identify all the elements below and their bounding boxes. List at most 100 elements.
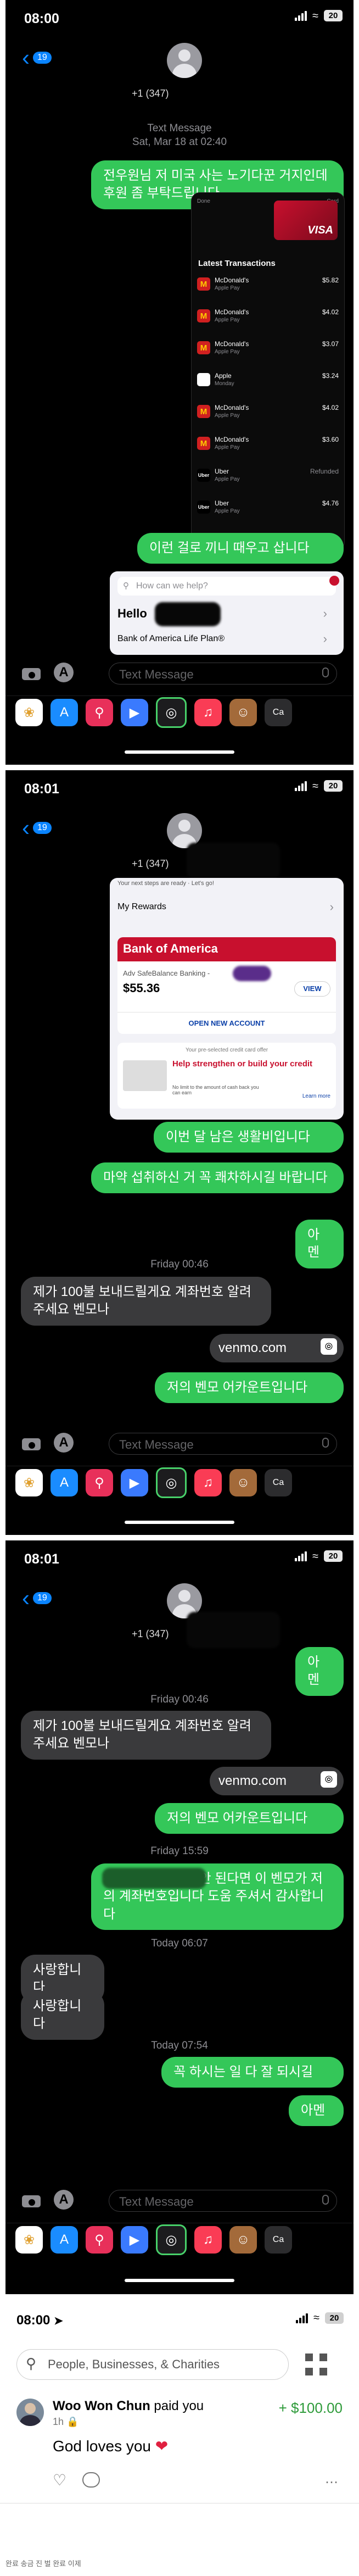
transaction-detail: Apple Pay <box>215 508 240 514</box>
sent-message[interactable]: 아멘 <box>295 1647 344 1696</box>
more-apps-icon[interactable]: Ca <box>265 1469 292 1496</box>
redacted-contact-name <box>187 843 280 879</box>
camera-icon[interactable] <box>22 1436 41 1450</box>
link-preview[interactable]: venmo.com ⦾ <box>210 1767 344 1796</box>
images-search-icon[interactable]: ⚲ <box>86 1469 113 1496</box>
credit-offer-card[interactable]: Your pre-selected credit card offer Help… <box>117 1043 336 1109</box>
audio-message-icon[interactable]: ▶ <box>121 699 148 726</box>
back-button[interactable]: ‹ 19 <box>22 1587 52 1610</box>
images-search-icon[interactable]: ⚲ <box>86 2226 113 2254</box>
activity-app-icon[interactable]: ◎ <box>156 2224 187 2255</box>
offer-subtitle: No limit to the amount of cash back you … <box>172 1084 259 1095</box>
camera-icon[interactable] <box>22 666 41 680</box>
life-plan-link[interactable]: Bank of America Life Plan® <box>117 634 225 644</box>
music-app-icon[interactable]: ♫ <box>194 2226 222 2254</box>
transaction-amount: $3.60 <box>322 436 339 443</box>
mcdonalds-logo-icon: M <box>197 437 210 450</box>
message-input-placeholder: Text Message <box>119 1438 194 1451</box>
microphone-icon[interactable] <box>322 2195 329 2205</box>
received-message[interactable]: 제가 100불 보내드릴게요 계좌번호 알려주세요 벤모나 <box>21 1711 271 1760</box>
offer-title: Help strengthen or build your credit <box>172 1059 313 1069</box>
sent-message[interactable]: 이번 달 남은 생활비입니다 <box>154 1122 344 1153</box>
unread-count: 19 <box>33 822 52 834</box>
messages-screenshot-1: 08:00 ≈ 20 ‹ 19 +1 (347) Text Message Sa… <box>5 0 354 765</box>
link-preview[interactable]: venmo.com ⦾ <box>210 1334 344 1363</box>
account-card[interactable]: Bank of America Adv SafeBalance Banking … <box>117 937 336 1034</box>
sent-message[interactable]: 저의 벤모 어카운트입니다 <box>155 1372 344 1404</box>
message-input[interactable]: Text Message <box>109 663 337 685</box>
app-store-app-icon[interactable]: A <box>51 699 78 726</box>
qr-code-icon[interactable] <box>305 2354 327 2375</box>
photos-app-icon[interactable]: ❀ <box>15 2226 43 2254</box>
contact-number[interactable]: +1 (347) <box>132 88 169 99</box>
sent-message[interactable]: 마약 섭취하신 거 꼭 쾌차하시길 바랍니다 <box>91 1162 344 1194</box>
transaction-row: M McDonald's Apple Pay $4.02 <box>197 403 339 425</box>
images-search-icon[interactable]: ⚲ <box>86 699 113 726</box>
transaction-merchant: Uber <box>215 468 229 475</box>
view-button[interactable]: VIEW <box>294 981 330 997</box>
comment-icon[interactable] <box>82 2472 100 2488</box>
message-input[interactable]: Text Message <box>109 1433 337 1455</box>
like-icon[interactable]: ♡ <box>53 2471 66 2489</box>
payer-name[interactable]: Woo Won Chun <box>53 2399 150 2413</box>
sent-message[interactable]: 꼭 하시는 일 다 잘 되시길 <box>161 2057 344 2088</box>
status-bar: 08:01 ≈ 20 <box>5 1540 354 1572</box>
activity-app-icon[interactable]: ◎ <box>156 697 187 728</box>
photos-app-icon[interactable]: ❀ <box>15 699 43 726</box>
back-button[interactable]: ‹ 19 <box>22 46 52 69</box>
app-store-icon[interactable]: A <box>54 663 74 682</box>
help-search-field[interactable]: ⚲ How can we help? <box>117 577 336 596</box>
mcdonalds-logo-icon: M <box>197 405 210 418</box>
credit-card: VISA <box>274 201 338 240</box>
compass-icon: ⦾ <box>321 1771 337 1788</box>
memoji-icon[interactable]: ☺ <box>229 2226 257 2254</box>
my-rewards-link[interactable]: My Rewards <box>117 902 166 912</box>
attached-image[interactable]: Your next steps are ready · Let's go! My… <box>110 878 344 1120</box>
payment-note: God loves you ❤ <box>53 2438 169 2455</box>
sent-message[interactable]: 저의 벤모 어카운트입니다 <box>155 1803 344 1834</box>
transaction-amount: $4.76 <box>322 499 339 507</box>
photos-app-icon[interactable]: ❀ <box>15 1469 43 1496</box>
audio-message-icon[interactable]: ▶ <box>121 2226 148 2254</box>
memoji-icon[interactable]: ☺ <box>229 1469 257 1496</box>
bank-app-sheet[interactable]: ⚲ How can we help? Hello › Bank of Ameri… <box>110 571 344 655</box>
microphone-icon[interactable] <box>322 667 329 677</box>
received-message[interactable]: 사랑합니다 <box>21 1991 104 2040</box>
more-apps-icon[interactable]: Ca <box>265 2226 292 2254</box>
sent-message[interactable]: 이런 걸로 끼니 때우고 삽니다 <box>137 533 344 564</box>
search-field[interactable]: ⚲ People, Businesses, & Charities <box>16 2349 289 2380</box>
redacted-contact-name <box>187 1612 280 1648</box>
contact-number[interactable]: +1 (347) <box>132 1628 169 1640</box>
more-options-icon[interactable]: ⋯ <box>325 2474 339 2490</box>
app-store-app-icon[interactable]: A <box>51 1469 78 1496</box>
attached-image[interactable]: Done Card VISA Latest Transactions MMcDo… <box>191 192 345 550</box>
music-app-icon[interactable]: ♫ <box>194 699 222 726</box>
redacted-name <box>155 602 221 626</box>
back-button[interactable]: ‹ 19 <box>22 815 52 841</box>
payer-avatar[interactable] <box>16 2399 44 2426</box>
received-message[interactable]: 제가 100불 보내드릴게요 계좌번호 알려주세요 벤모나 <box>21 1277 271 1326</box>
open-account-link[interactable]: OPEN NEW ACCOUNT <box>117 1012 336 1027</box>
music-app-icon[interactable]: ♫ <box>194 1469 222 1496</box>
message-timestamp: Today 07:54 <box>151 2040 208 2051</box>
app-store-app-icon[interactable]: A <box>51 2226 78 2254</box>
microphone-icon[interactable] <box>322 1438 329 1448</box>
activity-app-icon[interactable]: ◎ <box>156 1467 187 1498</box>
camera-icon[interactable] <box>22 2193 41 2207</box>
messages-screenshot-2: 08:01 ≈ 20 ‹ 19 +1 (347) Your next steps… <box>5 770 354 1535</box>
visa-logo: VISA <box>307 224 333 236</box>
message-input[interactable]: Text Message <box>109 2190 337 2212</box>
contact-number[interactable]: +1 (347) <box>132 858 169 870</box>
redacted-account-number <box>233 966 271 981</box>
app-store-icon[interactable]: A <box>54 2190 74 2210</box>
signal-icon <box>296 2313 308 2323</box>
mcdonalds-logo-icon: M <box>197 277 210 291</box>
learn-more-link[interactable]: Learn more <box>302 1093 330 1099</box>
chevron-left-icon: ‹ <box>22 815 30 841</box>
contact-avatar[interactable] <box>167 43 202 78</box>
sent-message[interactable]: 아멘 <box>289 2095 344 2127</box>
audio-message-icon[interactable]: ▶ <box>121 1469 148 1496</box>
app-store-icon[interactable]: A <box>54 1433 74 1453</box>
memoji-icon[interactable]: ☺ <box>229 699 257 726</box>
more-apps-icon[interactable]: Ca <box>265 699 292 726</box>
